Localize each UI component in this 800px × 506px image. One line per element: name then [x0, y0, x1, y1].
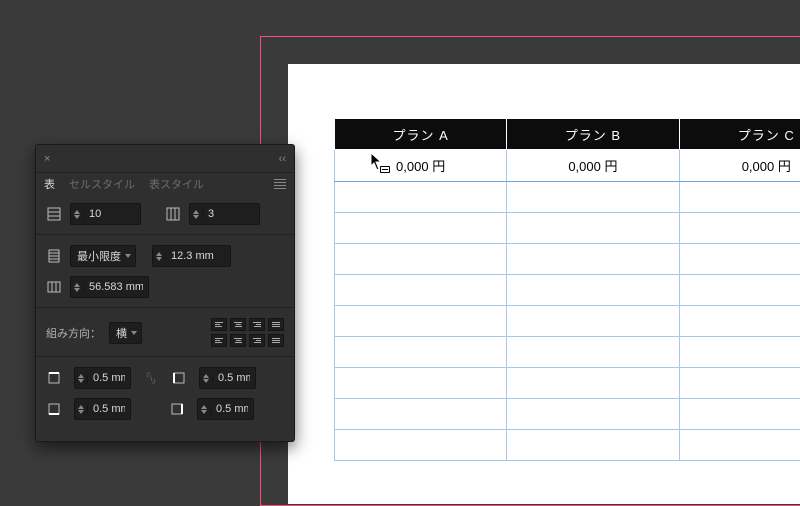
align-bottom-left[interactable] — [211, 334, 227, 347]
panel-menu-icon[interactable] — [274, 177, 286, 191]
inset-bottom-input[interactable] — [74, 398, 131, 420]
table-row[interactable] — [335, 368, 800, 399]
inset-left-input[interactable] — [199, 367, 256, 389]
header-plan-b[interactable]: プラン B — [507, 119, 679, 150]
table-price-row[interactable]: 0,000 円 0,000 円 0,000 円 — [335, 150, 800, 182]
table-row[interactable] — [335, 306, 800, 337]
col-width-input[interactable] — [70, 276, 149, 298]
close-icon[interactable]: × — [44, 153, 56, 165]
collapse-icon[interactable]: ‹‹ — [279, 153, 286, 165]
cols-icon — [165, 207, 181, 221]
table-row[interactable] — [335, 213, 800, 244]
row-height-icon — [46, 249, 62, 263]
align-top-center[interactable] — [230, 318, 246, 331]
document-page[interactable]: プラン A プラン B プラン C 0,000 円 0,000 円 0,000 … — [288, 64, 800, 504]
align-bottom-right[interactable] — [249, 334, 265, 347]
header-plan-a[interactable]: プラン A — [335, 119, 507, 150]
align-top-right[interactable] — [249, 318, 265, 331]
row-height-mode-select[interactable]: 最小限度 — [70, 245, 136, 267]
col-width-icon — [46, 280, 62, 294]
table-row[interactable] — [335, 182, 800, 213]
inset-bottom-icon — [46, 402, 62, 416]
table-panel: × ‹‹ 表 セルスタイル 表スタイル — [35, 144, 295, 442]
align-top-left[interactable] — [211, 318, 227, 331]
align-bottom-justify[interactable] — [268, 334, 284, 347]
link-insets-icon[interactable] — [143, 371, 159, 385]
tab-table[interactable]: 表 — [44, 176, 55, 192]
table-row[interactable] — [335, 430, 800, 461]
table-row[interactable] — [335, 399, 800, 430]
cols-input[interactable] — [189, 203, 260, 225]
header-plan-c[interactable]: プラン C — [679, 119, 800, 150]
table-row[interactable] — [335, 337, 800, 368]
tab-table-style[interactable]: 表スタイル — [149, 176, 204, 192]
rows-input[interactable] — [70, 203, 141, 225]
rows-icon — [46, 207, 62, 221]
price-plan-b[interactable]: 0,000 円 — [507, 150, 679, 182]
document-table[interactable]: プラン A プラン B プラン C 0,000 円 0,000 円 0,000 … — [334, 118, 800, 461]
table-row[interactable] — [335, 275, 800, 306]
tab-cell-style[interactable]: セルスタイル — [69, 176, 135, 192]
table-row[interactable] — [335, 244, 800, 275]
inset-right-icon — [169, 402, 185, 416]
row-height-input[interactable] — [152, 245, 231, 267]
inset-top-icon — [46, 371, 62, 385]
direction-select[interactable]: 横 — [109, 322, 142, 344]
inset-left-icon — [171, 371, 187, 385]
align-top-justify[interactable] — [268, 318, 284, 331]
inset-right-input[interactable] — [197, 398, 254, 420]
direction-label: 組み方向： — [46, 325, 101, 341]
alignment-buttons — [211, 318, 284, 347]
inset-top-input[interactable] — [74, 367, 131, 389]
price-plan-a[interactable]: 0,000 円 — [335, 150, 507, 182]
price-plan-c[interactable]: 0,000 円 — [679, 150, 800, 182]
table-header-row[interactable]: プラン A プラン B プラン C — [335, 119, 800, 150]
align-bottom-center[interactable] — [230, 334, 246, 347]
